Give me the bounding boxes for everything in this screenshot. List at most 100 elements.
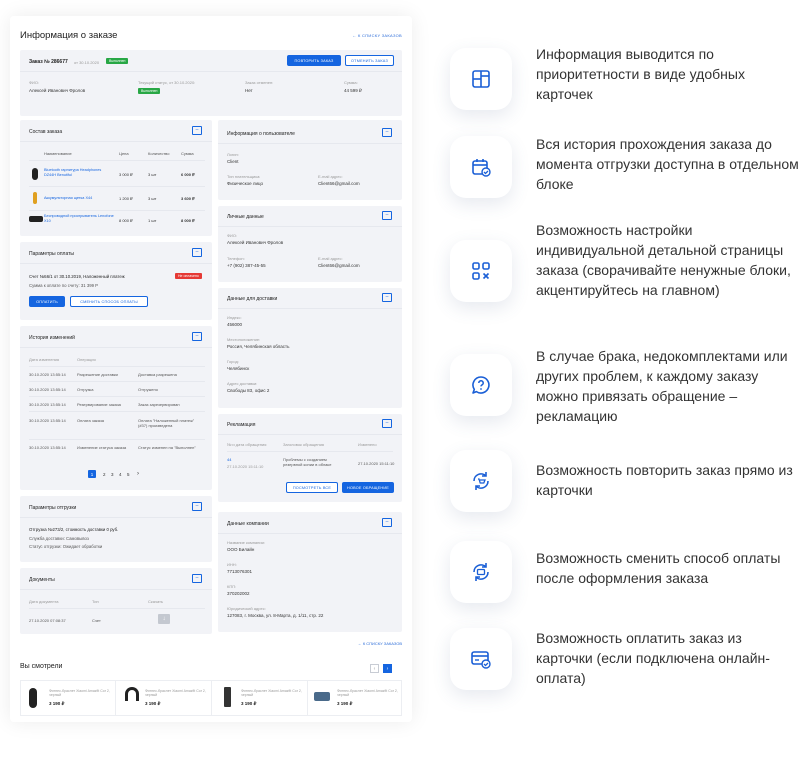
unpaid-badge: Не оплачено — [175, 273, 202, 279]
viewed-item[interactable]: Фитнес-браслет Xiaomi Amazfit Cor 2, чер… — [309, 681, 403, 715]
col-operation: Операция — [77, 357, 96, 362]
viewed-item[interactable]: Фитнес-браслет Xiaomi Amazfit Cor 2, чер… — [21, 681, 116, 715]
feature-text: Возможность сменить способ оплаты после … — [536, 550, 781, 586]
payment-card: Параметры оплаты – Счет №56/1 от 30.10.2… — [20, 242, 212, 320]
download-icon[interactable]: ↓ — [158, 614, 170, 624]
viewed-item[interactable]: Фитнес-браслет Xiaomi Amazfit Cor 2, чер… — [213, 681, 308, 715]
current-status-label: Текущий статус, от 30.10.2020: — [138, 80, 196, 85]
payment-change-icon — [450, 541, 512, 603]
status-badge: Выполнен — [106, 58, 129, 64]
shipment-status: Статус отгрузки: Ожидает обработки — [29, 544, 103, 549]
composition-title: Состав заказа — [29, 129, 63, 135]
page-2[interactable]: 2 — [103, 472, 106, 477]
history-value: Оплата "Наложенный платеж" (#37) произве… — [138, 418, 195, 428]
feature-item: Возможность оплатить заказ из карточки (… — [450, 628, 800, 708]
shipment-card: Параметры отгрузки – Отгрузка №273/2, ст… — [20, 496, 212, 562]
viewed-item-price: 3 190 ₽ — [241, 701, 257, 706]
feature-text: Возможность оплатить заказ из карточки (… — [536, 630, 770, 686]
console-image — [314, 692, 330, 701]
index-label: Индекс: — [227, 315, 242, 320]
kpp-value: 370202002 — [227, 591, 250, 596]
login-label: Логин: — [227, 152, 239, 157]
product-link[interactable]: Беспроводной проигрыватель Lenofone X10 — [44, 214, 114, 224]
viewed-item-price: 3 190 ₽ — [145, 701, 161, 706]
collapse-toggle[interactable]: – — [382, 419, 392, 428]
product-qty: 3 шт — [148, 172, 157, 177]
product-link[interactable]: Bluetooth гарнитура Headphones DZ44H Ben… — [44, 168, 114, 178]
city-label: Город: — [227, 359, 239, 364]
back-to-orders-link-bottom[interactable]: ← к списку заказов — [358, 641, 402, 646]
collapse-toggle[interactable]: – — [382, 518, 392, 527]
col-qty: Количество — [148, 151, 170, 156]
company-title: Данные компании — [227, 521, 269, 527]
collapse-toggle[interactable]: – — [192, 126, 202, 135]
history-value: Отгружено — [138, 387, 158, 392]
page-5[interactable]: 5 — [127, 472, 130, 477]
next-page-icon[interactable]: › — [137, 471, 139, 477]
invoice-text: Счет №56/1 от 30.10.2019, Наложенный пла… — [29, 274, 125, 279]
viewed-prev-button[interactable]: ‹ — [370, 664, 379, 673]
history-date: 30.10.2020 13:55:14 — [29, 445, 66, 450]
pay-button[interactable]: оплатить — [29, 296, 65, 307]
col-claim-num: № и дата обращения — [227, 442, 267, 447]
sum-label: Сумма: — [344, 80, 358, 85]
company-name-label: Название компании: — [227, 540, 265, 545]
cart-repeat-icon — [450, 450, 512, 512]
phone-image — [224, 687, 231, 707]
location-label: Местоположение: — [227, 337, 261, 342]
viewed-next-button[interactable]: › — [383, 664, 392, 673]
history-card: История изменений – Дата изменения Опера… — [20, 326, 212, 490]
collapse-toggle[interactable]: – — [192, 574, 202, 583]
viewed-item-name: Фитнес-браслет Xiaomi Amazfit Cor 2, чер… — [241, 689, 302, 698]
composition-card: Состав заказа – Наименование Цена Количе… — [20, 120, 212, 236]
page-1[interactable]: 1 — [88, 470, 96, 478]
show-all-claims-button[interactable]: посмотреть все — [286, 482, 338, 493]
page-4[interactable]: 4 — [119, 472, 122, 477]
col-doc-date: Дата документа — [29, 599, 59, 604]
personal-fio-label: ФИО: — [227, 233, 238, 238]
col-date: Дата изменения — [29, 357, 60, 362]
viewed-item-price: 3 190 ₽ — [337, 701, 353, 706]
change-payment-button[interactable]: сменить способ оплаты — [70, 296, 148, 307]
question-bubble-icon — [450, 354, 512, 416]
feature-item: Возможность настройки индивидуальной дет… — [450, 220, 800, 320]
claim-date: 27.10.2020 15:11:10 — [227, 464, 264, 469]
collapse-toggle[interactable]: – — [382, 128, 392, 137]
collapse-toggle[interactable]: – — [192, 332, 202, 341]
delivery-title: Данные для доставки — [227, 296, 278, 302]
claim-subject: Проблемы с созданием резервной копии в о… — [283, 457, 332, 467]
order-number: Заказ № 286677 — [29, 59, 68, 65]
cancel-order-button[interactable]: отменить заказ — [345, 55, 394, 66]
back-to-orders-link[interactable]: ← к списку заказов — [352, 33, 402, 38]
claim-link[interactable]: 44 — [227, 457, 231, 462]
history-op: Разрешение доставки — [77, 372, 118, 377]
product-link[interactable]: Аккумуляторная щетка X44 — [44, 196, 114, 200]
email-label: E-mail адрес: — [318, 174, 343, 179]
city-value: Челябинск — [227, 366, 250, 371]
payment-title: Параметры оплаты — [29, 251, 75, 257]
doc-type: Счет — [92, 618, 101, 623]
page-title: Информация о заказе — [20, 30, 118, 41]
feature-item: Вся история прохождения заказа до момент… — [450, 134, 800, 204]
history-op: Изменение статуса заказа — [77, 445, 127, 450]
viewed-item-price: 3 190 ₽ — [49, 701, 65, 706]
repeat-order-button[interactable]: повторить заказ — [287, 55, 341, 66]
shipment-service: Служба доставки: Самовывоз — [29, 536, 89, 541]
legal-address-label: Юридический адрес: — [227, 606, 266, 611]
page-3[interactable]: 3 — [111, 472, 114, 477]
documents-card: Документы – Дата документа Тип Скачать 2… — [20, 568, 212, 634]
viewed-item[interactable]: Фитнес-браслет Xiaomi Amazfit Cor 2, чер… — [117, 681, 212, 715]
collapse-toggle[interactable]: – — [192, 248, 202, 257]
inn-value: 7713076301 — [227, 569, 253, 574]
collapse-toggle[interactable]: – — [382, 293, 392, 302]
collapse-toggle[interactable]: – — [192, 502, 202, 511]
new-claim-button[interactable]: новое обращение — [342, 482, 394, 493]
col-doc-type: Тип — [92, 599, 99, 604]
shipment-title: Параметры отгрузки — [29, 505, 77, 511]
user-info-card: Информация о пользователе – Логин: Clien… — [218, 120, 402, 200]
calendar-check-icon — [450, 136, 512, 198]
phone-value: +7 (902) 387-45-55 — [227, 263, 266, 268]
history-op: Оплата заказа — [77, 418, 105, 423]
col-claim-changed: Изменено — [358, 442, 377, 447]
collapse-toggle[interactable]: – — [382, 211, 392, 220]
